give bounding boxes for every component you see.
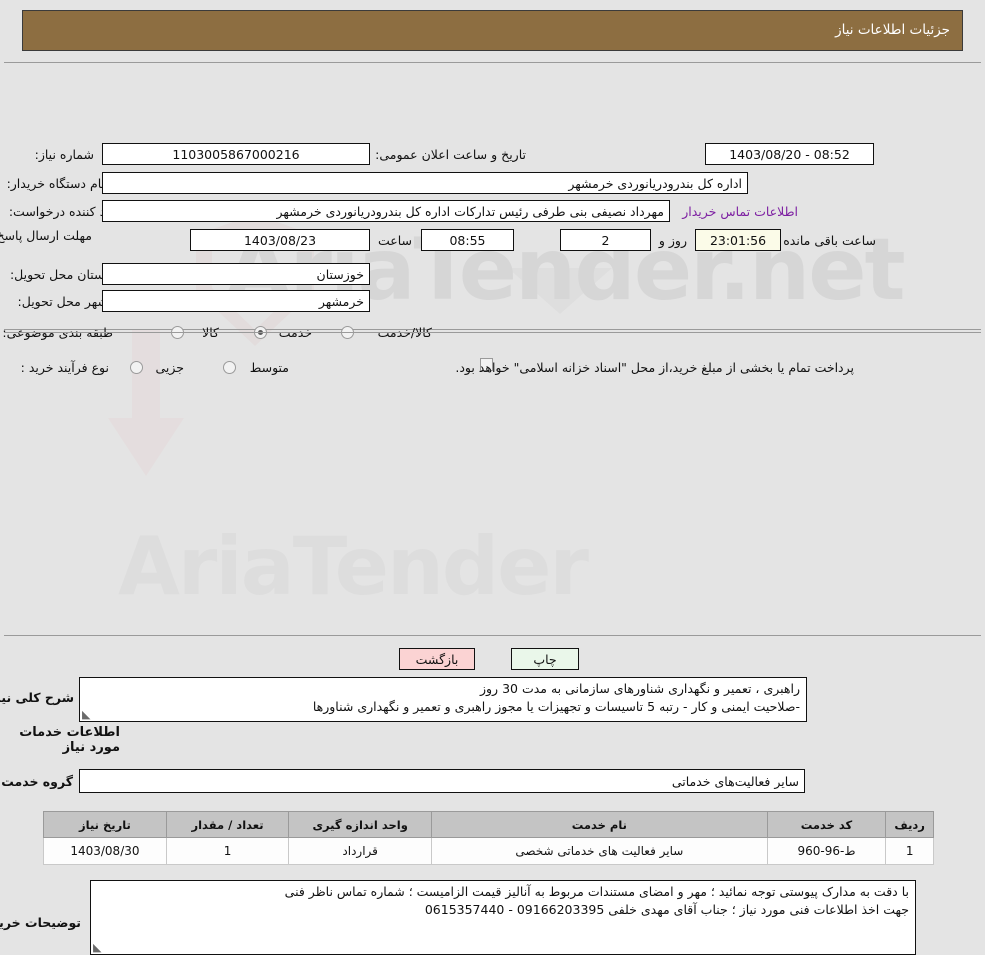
label-deadline-days: روز و [658,233,687,248]
resize-grip-icon[interactable]: ◢ [82,708,92,721]
buyer-contact-link[interactable]: اطلاعات تماس خریدار [682,204,798,219]
col-date: تاریخ نیاز [43,811,167,838]
back-button[interactable]: بازگشت [399,648,475,670]
need-number-field[interactable]: 1103005867000216 [102,143,370,165]
col-code: کد خدمت [766,811,887,838]
cell-row: 1 [885,837,934,865]
table-header-row: ردیف کد خدمت نام خدمت واحد اندازه گیری ت… [43,811,934,838]
col-qty: تعداد / مقدار [165,811,290,838]
label-public-announce: تاریخ و ساعت اعلان عمومی: [375,147,526,162]
label-buyer-org: نام دستگاه خریدار: [6,176,105,191]
need-summary-line-2: -صلاحیت ایمنی و کار - رتبه 5 تاسیسات و ت… [312,699,800,714]
col-name: نام خدمت [431,811,768,838]
label-remaining: ساعت باقی مانده [783,233,876,248]
need-summary-line-1: راهبری ، تعمیر و نگهداری شناورهای سازمان… [479,681,800,696]
buyer-notes-line-2: جهت اخذ اطلاعات فنی مورد نیاز ؛ جناب آقا… [424,902,909,917]
buyer-org-field[interactable]: اداره کل بندرودریانوردی خرمشهر [102,172,748,194]
deadline-date-field[interactable]: 1403/08/23 [190,229,370,251]
need-info-panel: شماره نیاز: 1103005867000216 تاریخ و ساع… [0,62,981,375]
label-need-number: شماره نیاز: [34,147,94,162]
table-row[interactable]: 1 ط-96-960 سایر فعالیت های خدماتی شخصی ق… [43,837,934,865]
print-button[interactable]: چاپ [511,648,579,670]
page-title: جزئیات اطلاعات نیاز [835,22,950,38]
cell-code: ط-96-960 [766,837,887,865]
cell-date: 1403/08/30 [43,837,167,865]
service-group-field[interactable]: سایر فعالیت‌های خدماتی [79,769,805,793]
need-summary-textarea[interactable]: راهبری ، تعمیر و نگهداری شناورهای سازمان… [79,677,807,722]
deadline-days-field[interactable]: 2 [560,229,651,251]
buyer-notes-textarea[interactable]: با دقت به مدارک پیوستی توجه نمائید ؛ مهر… [90,880,916,955]
services-panel: شرح کلی نیاز: راهبری ، تعمیر و نگهداری ش… [0,332,981,955]
cell-name: سایر فعالیت های خدماتی شخصی [431,837,768,865]
col-row: ردیف [885,811,934,838]
section-title-services: اطلاعات خدمات مورد نیاز [19,725,120,755]
cell-unit: قرارداد [288,837,433,865]
label-deadline: مهلت ارسال پاسخ: تا تاریخ: [0,228,92,243]
label-deadline-time: ساعت [377,233,412,248]
label-need-summary: شرح کلی نیاز: [0,690,74,705]
countdown-field: 23:01:56 [695,229,781,251]
public-announce-field[interactable]: 08:52 - 1403/08/20 [705,143,874,165]
label-deadline-text: مهلت ارسال پاسخ: تا تاریخ: [0,228,92,243]
label-service-group: گروه خدمت: [0,774,73,789]
resize-grip-icon-notes[interactable]: ◢ [93,941,103,954]
page-header-bar: جزئیات اطلاعات نیاز [22,10,963,51]
province-field[interactable]: خوزستان [102,263,370,285]
city-field[interactable]: خرمشهر [102,290,370,312]
label-province: استان محل تحویل: [9,267,108,282]
cell-qty: 1 [165,837,290,865]
services-table: ردیف کد خدمت نام خدمت واحد اندازه گیری ت… [43,811,934,865]
label-city: شهر محل تحویل: [17,294,108,309]
col-unit: واحد اندازه گیری [288,811,433,838]
label-buyer-notes: توضیحات خریدار: [0,915,81,930]
requester-field[interactable]: مهرداد نصیفی بنی طرفی رئیس تدارکات اداره… [102,200,670,222]
deadline-time-field[interactable]: 08:55 [421,229,514,251]
buyer-notes-line-1: با دقت به مدارک پیوستی توجه نمائید ؛ مهر… [284,884,909,899]
